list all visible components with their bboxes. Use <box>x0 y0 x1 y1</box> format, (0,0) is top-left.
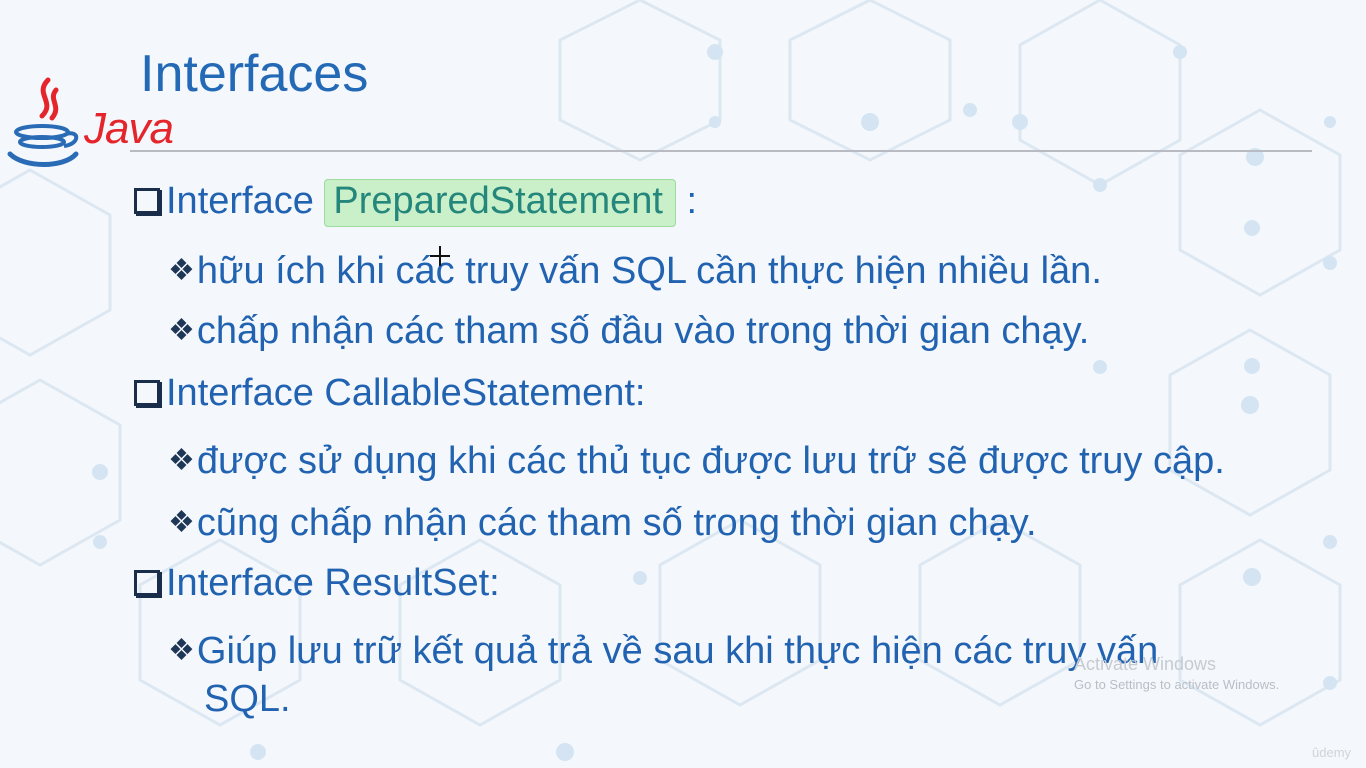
activate-windows-title: Activate Windows <box>1074 654 1217 674</box>
bullet-item-preparedstatement: Interface PreparedStatement : <box>134 179 697 227</box>
square-bullet-icon <box>134 570 160 596</box>
bullet-item-callablestatement: Interface CallableStatement: <box>134 372 646 415</box>
diamond-bullet-icon: ❖ <box>168 634 195 667</box>
diamond-bullet-icon: ❖ <box>168 254 195 287</box>
square-bullet-icon <box>134 380 160 406</box>
title-divider <box>130 150 1312 152</box>
sub-bullet-item: ❖được sử dụng khi các thủ tục được lưu t… <box>168 440 1225 482</box>
sub-bullet-item: ❖chấp nhận các tham số đầu vào trong thờ… <box>168 310 1090 352</box>
slide-title: Interfaces <box>140 45 369 103</box>
highlighted-text: PreparedStatement <box>324 179 676 227</box>
activate-windows-subtitle: Go to Settings to activate Windows. <box>1074 677 1280 692</box>
diamond-bullet-icon: ❖ <box>168 444 195 477</box>
diamond-bullet-icon: ❖ <box>168 314 195 347</box>
sub-bullet-item: ❖cũng chấp nhận các tham số trong thời g… <box>168 502 1037 544</box>
udemy-watermark: ûdemy <box>1312 745 1352 760</box>
sub-bullet-item: ❖Giúp lưu trữ kết quả trả về sau khi thự… <box>168 630 1159 672</box>
sub-bullet-item: ❖hữu ích khi các truy vấn SQL cần thực h… <box>168 250 1102 292</box>
diamond-bullet-icon: ❖ <box>168 506 195 539</box>
sub-bullet-continuation: SQL. <box>204 678 291 720</box>
bullet-item-resultset: Interface ResultSet: <box>134 562 500 605</box>
java-logo-text: Java <box>84 104 174 153</box>
square-bullet-icon <box>134 188 160 214</box>
crosshair-cursor-icon <box>430 246 450 266</box>
